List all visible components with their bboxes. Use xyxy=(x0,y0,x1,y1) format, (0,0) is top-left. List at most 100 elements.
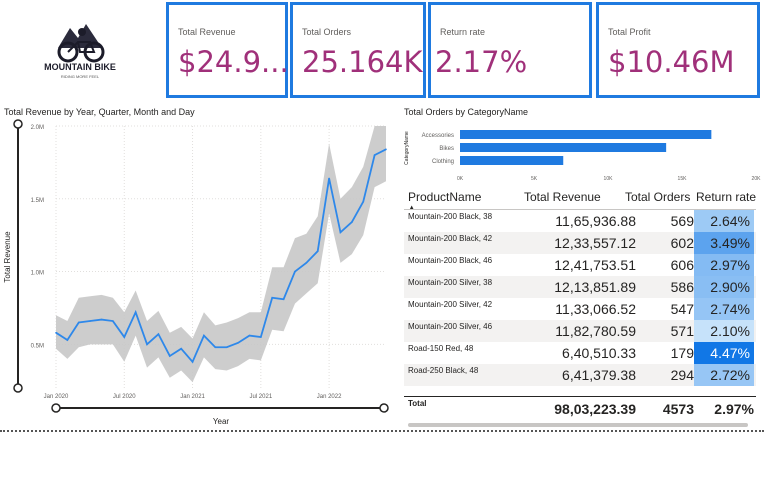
revenue-cell: 11,65,936.88 xyxy=(555,213,636,229)
data-point[interactable] xyxy=(351,221,353,223)
product-name-cell: Road-250 Black, 48 xyxy=(408,366,479,375)
table-row[interactable]: Mountain-200 Black, 38 11,65,936.88 569 2.6… xyxy=(404,210,756,232)
data-point[interactable] xyxy=(214,346,217,349)
table-body[interactable]: Mountain-200 Black, 38 11,65,936.88 569 2.6… xyxy=(404,210,756,386)
table-row[interactable]: Road-250 Black, 48 6,41,379.38 294 2.72% xyxy=(404,364,756,386)
total-return-rate: 2.97% xyxy=(714,401,754,417)
x-tick-label: Jan 2021 xyxy=(180,394,205,400)
data-point[interactable] xyxy=(100,318,103,321)
data-point[interactable] xyxy=(362,200,365,203)
data-point[interactable] xyxy=(248,334,251,337)
header-product-name[interactable]: ProductName xyxy=(408,190,481,204)
y-axis-label: CategoryName xyxy=(404,131,410,165)
data-point[interactable] xyxy=(328,177,330,180)
return-rate-cell: 2.10% xyxy=(694,320,754,342)
bar-chart-title: Total Orders by CategoryName xyxy=(404,107,529,117)
data-point[interactable] xyxy=(157,333,160,335)
return-rate-cell: 3.49% xyxy=(694,232,754,254)
orders-cell: 571 xyxy=(670,323,694,339)
table-row[interactable]: Mountain-200 Silver, 38 12,13,851.89 586 2.… xyxy=(404,276,756,298)
x-tick-label: Jan 2022 xyxy=(317,394,342,400)
table-row[interactable]: Road-150 Red, 48 6,40,510.33 179 4.47% xyxy=(404,342,756,364)
data-point[interactable] xyxy=(89,320,91,322)
mountain-bike-logo: MOUNTAIN BIKE RIDING MORE FEEL xyxy=(10,4,160,99)
return-rate-cell: 2.90% xyxy=(694,276,754,298)
orders-cell: 586 xyxy=(670,279,694,295)
data-point[interactable] xyxy=(146,343,148,346)
revenue-cell: 11,82,780.59 xyxy=(555,323,636,339)
bar-accessories[interactable] xyxy=(460,130,712,139)
data-point[interactable] xyxy=(339,231,342,234)
kpi-card-return-rate[interactable]: Return rate 2.17% xyxy=(428,2,592,98)
product-name-cell: Road-150 Red, 48 xyxy=(408,344,474,353)
orders-bar-chart[interactable]: Accessories Bikes Clothing 0K 5K 10K 15K 20K Cat… xyxy=(400,118,764,184)
kpi-value: $24.9... xyxy=(178,45,289,79)
data-point[interactable] xyxy=(77,321,80,324)
bar-bikes[interactable] xyxy=(460,143,667,152)
data-point[interactable] xyxy=(225,346,228,349)
data-point[interactable] xyxy=(237,342,239,344)
page-divider xyxy=(0,430,764,432)
data-point[interactable] xyxy=(123,336,126,338)
table-row[interactable]: Mountain-200 Black, 46 12,41,753.51 606 2.9… xyxy=(404,254,756,276)
revenue-cell: 11,33,066.52 xyxy=(555,301,636,317)
data-point[interactable] xyxy=(203,334,205,337)
data-point[interactable] xyxy=(316,250,319,252)
kpi-title: Total Revenue xyxy=(178,27,236,37)
kpi-title: Total Profit xyxy=(608,27,651,37)
x-tick-label: Jul 2020 xyxy=(113,394,136,400)
data-point[interactable] xyxy=(66,339,69,341)
data-point[interactable] xyxy=(260,336,262,338)
kpi-card-total-profit[interactable]: Total Profit $10.46M xyxy=(596,2,760,98)
y-tick-label: 1.5M xyxy=(31,198,44,204)
return-rate-cell: 2.97% xyxy=(694,254,754,276)
x-slider-handle-right[interactable] xyxy=(379,403,389,413)
header-return-rate[interactable]: Return rate xyxy=(696,190,756,204)
rider-head-shape xyxy=(78,28,86,36)
data-point[interactable] xyxy=(55,331,57,334)
table-row[interactable]: Mountain-200 Silver, 42 11,33,066.52 547 2.… xyxy=(404,298,756,320)
revenue-cell: 6,40,510.33 xyxy=(562,345,636,361)
orders-cell: 602 xyxy=(670,235,694,251)
bar-clothing[interactable] xyxy=(460,156,564,165)
return-rate-cell: 4.47% xyxy=(694,342,754,364)
data-point[interactable] xyxy=(385,148,387,151)
data-point[interactable] xyxy=(180,347,182,350)
revenue-cell: 12,13,851.89 xyxy=(554,279,636,295)
y-slider-handle-top[interactable] xyxy=(13,119,23,129)
data-point[interactable] xyxy=(112,320,114,322)
kpi-value: 25.164K xyxy=(302,45,423,79)
data-point[interactable] xyxy=(305,262,308,264)
total-label: Total xyxy=(408,399,427,408)
y-slider-handle-bottom[interactable] xyxy=(13,383,23,393)
table-row[interactable]: Mountain-200 Silver, 46 11,82,780.59 571 2.… xyxy=(404,320,756,342)
header-total-orders[interactable]: Total Orders xyxy=(625,190,690,204)
revenue-cell: 12,41,753.51 xyxy=(554,257,636,273)
revenue-cell: 12,33,557.12 xyxy=(554,235,636,251)
kpi-card-total-orders[interactable]: Total Orders 25.164K xyxy=(290,2,426,98)
data-point[interactable] xyxy=(271,296,274,299)
table-row[interactable]: Mountain-200 Black, 42 12,33,557.12 602 3.4… xyxy=(404,232,756,254)
horizontal-scrollbar[interactable] xyxy=(408,423,748,427)
orders-cell: 179 xyxy=(670,345,694,361)
orders-cell: 547 xyxy=(670,301,694,317)
data-point[interactable] xyxy=(134,311,137,314)
total-revenue: 98,03,223.39 xyxy=(554,401,636,417)
y-tick-label: 2.0M xyxy=(31,125,44,131)
forecast-band xyxy=(56,126,386,383)
x-tick-label: Jul 2021 xyxy=(249,394,272,400)
data-point[interactable] xyxy=(294,270,296,273)
data-point[interactable] xyxy=(168,355,171,357)
logo-tagline: RIDING MORE FEEL xyxy=(61,74,100,79)
revenue-line-chart[interactable]: 0.5M 1.0M 1.5M 2.0M Jan 2020 Jul 2020 Jan 2021… xyxy=(0,118,396,428)
data-point[interactable] xyxy=(282,298,285,301)
header-total-revenue[interactable]: Total Revenue xyxy=(524,190,601,204)
y-axis-label: Total Revenue xyxy=(3,231,12,283)
logo-title: MOUNTAIN BIKE xyxy=(44,62,116,72)
x-slider-handle-left[interactable] xyxy=(51,403,61,413)
x-tick-label: 5K xyxy=(531,176,538,182)
kpi-card-total-revenue[interactable]: Total Revenue $24.9... xyxy=(166,2,289,98)
y-tick-label: 1.0M xyxy=(31,271,44,277)
data-point[interactable] xyxy=(373,154,376,156)
data-point[interactable] xyxy=(191,361,194,363)
